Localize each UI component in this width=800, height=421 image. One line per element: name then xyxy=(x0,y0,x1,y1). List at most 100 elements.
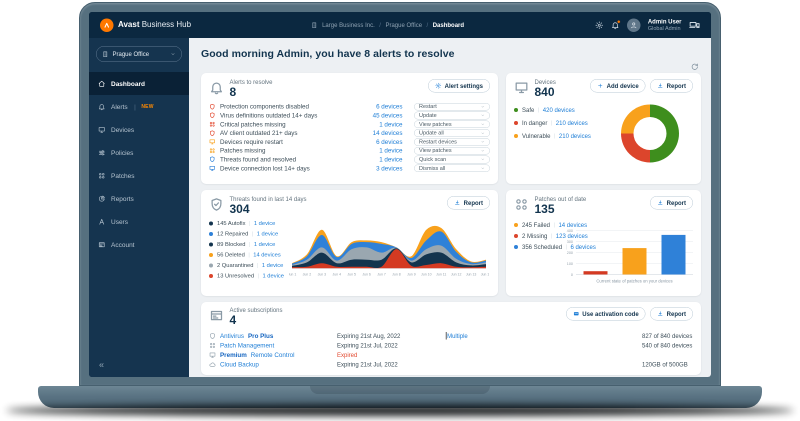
legend-dot xyxy=(514,108,518,112)
svg-text:Jun 13: Jun 13 xyxy=(466,272,477,276)
subscription-name[interactable]: Cloud Backup xyxy=(209,361,333,368)
sidebar-item-reports[interactable]: Reports xyxy=(89,187,189,210)
devices-report-button[interactable]: Report xyxy=(650,79,693,93)
threats-legend-item: 56 Deleted | 14 devices xyxy=(209,250,288,261)
alert-devices-link[interactable]: 6 devices xyxy=(356,138,403,145)
alert-action-select[interactable]: Restart devices xyxy=(414,138,490,146)
svg-text:200: 200 xyxy=(567,251,573,255)
subscription-name[interactable]: Patch Management xyxy=(209,342,333,349)
devices-legend: Safe | 420 devices In danger | 210 devic… xyxy=(514,103,591,162)
dashboard-main: Good morning Admin, you have 8 alerts to… xyxy=(189,38,711,377)
alert-devices-link[interactable]: 1 device xyxy=(356,147,403,154)
subscription-name[interactable]: Premium Remote Control xyxy=(209,352,333,359)
use-activation-code-button[interactable]: Use activation code xyxy=(566,307,646,321)
shield-icon xyxy=(209,103,216,110)
threats-legend-link[interactable]: 1 device xyxy=(254,242,275,248)
monitor-icon xyxy=(209,352,216,359)
alert-devices-link[interactable]: 1 device xyxy=(356,156,403,163)
device-switcher-icon[interactable] xyxy=(689,20,700,31)
alert-action-select[interactable]: Update xyxy=(414,112,490,120)
threats-area-chart: Jun 1Jun 2Jun 3Jun 4Jun 5Jun 6Jun 7Jun 8… xyxy=(288,218,490,281)
sidebar-item-dashboard[interactable]: Dashboard xyxy=(89,72,189,95)
alert-action-select[interactable]: Quick scan xyxy=(414,156,490,164)
alert-settings-button[interactable]: Alert settings xyxy=(428,79,490,93)
threats-legend-link[interactable]: 1 device xyxy=(262,263,283,269)
devices-donut-chart xyxy=(621,104,679,162)
svg-text:Jun 12: Jun 12 xyxy=(451,272,462,276)
svg-text:Jun 11: Jun 11 xyxy=(436,272,446,276)
svg-text:Jun 7: Jun 7 xyxy=(377,272,386,276)
patches-report-button[interactable]: Report xyxy=(650,196,693,210)
alert-action-select[interactable]: View patches xyxy=(414,147,490,155)
alert-devices-link[interactable]: 1 device xyxy=(356,121,403,128)
legend-dot xyxy=(209,274,213,278)
sidebar-item-account[interactable]: Account xyxy=(89,233,189,256)
threats-legend-link[interactable]: 14 devices xyxy=(253,252,280,258)
subscriptions-card-label: Active subscriptions xyxy=(230,307,283,314)
alert-devices-link[interactable]: 3 devices xyxy=(356,165,403,172)
shield-icon xyxy=(209,333,216,340)
avatar[interactable] xyxy=(627,18,641,32)
building-icon xyxy=(311,22,318,29)
alert-action-select[interactable]: Dismiss all xyxy=(414,164,490,172)
gear-icon xyxy=(435,83,442,90)
chev-icon xyxy=(481,131,486,136)
subscription-name[interactable]: Antivirus Pro Plus xyxy=(209,333,333,340)
subscription-expiry: Expiring 21st Jul, 2022 xyxy=(337,342,441,349)
settings-gear-icon[interactable] xyxy=(595,21,604,30)
subscription-expiry: Expiring 21st Jul, 2022 xyxy=(337,361,441,368)
add-device-button[interactable]: Add device xyxy=(590,79,646,93)
svg-text:Jun 2: Jun 2 xyxy=(303,272,312,276)
breadcrumb-item[interactable]: Large Business Inc. xyxy=(322,22,375,29)
subscription-multiple-link[interactable]: Multiple xyxy=(447,333,468,340)
sidebar-item-patches[interactable]: Patches xyxy=(89,164,189,187)
subscriptions-report-button[interactable]: Report xyxy=(650,307,693,321)
sidebar-item-devices[interactable]: Devices xyxy=(89,118,189,141)
breadcrumb-home-icon xyxy=(311,22,318,29)
legend-dot xyxy=(514,223,518,227)
alert-devices-link[interactable]: 45 devices xyxy=(356,112,403,119)
alert-row: Critical patches missing 1 device View p… xyxy=(209,120,490,129)
threats-legend-link[interactable]: 1 device xyxy=(263,273,284,279)
org-selector-label: Prague Office xyxy=(113,51,150,58)
notifications-bell-icon[interactable] xyxy=(611,21,620,30)
top-bar: Avast Business Hub Large Business Inc./P… xyxy=(89,12,711,38)
threats-legend-link[interactable]: 1 device xyxy=(254,221,275,227)
devices-legend-link[interactable]: 210 devices xyxy=(559,132,591,139)
sidebar-collapse-button[interactable]: « xyxy=(99,360,104,371)
devices-legend-link[interactable]: 210 devices xyxy=(556,119,588,126)
org-selector[interactable]: Prague Office xyxy=(96,46,182,62)
alert-row: AV client outdated 21+ days 14 devices U… xyxy=(209,129,490,138)
alert-label: AV client outdated 21+ days xyxy=(220,130,351,137)
devices-card-label: Devices xyxy=(535,79,556,86)
sidebar-item-users[interactable]: Users xyxy=(89,210,189,233)
sidebar-item-alerts[interactable]: Alerts |NEW xyxy=(89,95,189,118)
svg-text:Current state of patches on yo: Current state of patches on your devices xyxy=(596,278,672,283)
legend-dot xyxy=(209,243,213,247)
shieldcheck-icon xyxy=(209,197,224,212)
user-name: Admin User xyxy=(648,18,682,25)
breadcrumb-item[interactable]: Dashboard xyxy=(433,22,464,29)
threats-report-button[interactable]: Report xyxy=(447,196,490,210)
svg-text:Jun 5: Jun 5 xyxy=(347,272,356,276)
alert-action-select[interactable]: View patches xyxy=(414,120,490,128)
threats-count: 304 xyxy=(230,203,307,216)
legend-dot xyxy=(209,232,213,236)
alert-devices-link[interactable]: 6 devices xyxy=(356,103,403,110)
refresh-icon[interactable] xyxy=(691,62,700,71)
patches-bar-chart: 4003002001000Current state of patches on… xyxy=(560,222,696,285)
patches-card: Patches out of date 135 Report 245 xyxy=(506,190,701,296)
alert-action-select[interactable]: Restart xyxy=(414,103,490,111)
alert-action-select[interactable]: Update all xyxy=(414,129,490,137)
chev-icon xyxy=(170,51,176,57)
download-icon xyxy=(657,83,664,90)
threats-card-label: Threats found in last 14 days xyxy=(230,196,307,203)
alert-row: Virus definitions outdated 14+ days 45 d… xyxy=(209,111,490,120)
svg-text:Jun 14: Jun 14 xyxy=(481,272,489,276)
breadcrumb-item[interactable]: Prague Office xyxy=(385,22,422,29)
svg-text:100: 100 xyxy=(567,262,573,266)
alert-devices-link[interactable]: 14 devices xyxy=(356,130,403,137)
threats-legend-link[interactable]: 1 device xyxy=(257,231,278,237)
sidebar-item-policies[interactable]: Policies xyxy=(89,141,189,164)
devices-legend-link[interactable]: 420 devices xyxy=(543,106,575,113)
